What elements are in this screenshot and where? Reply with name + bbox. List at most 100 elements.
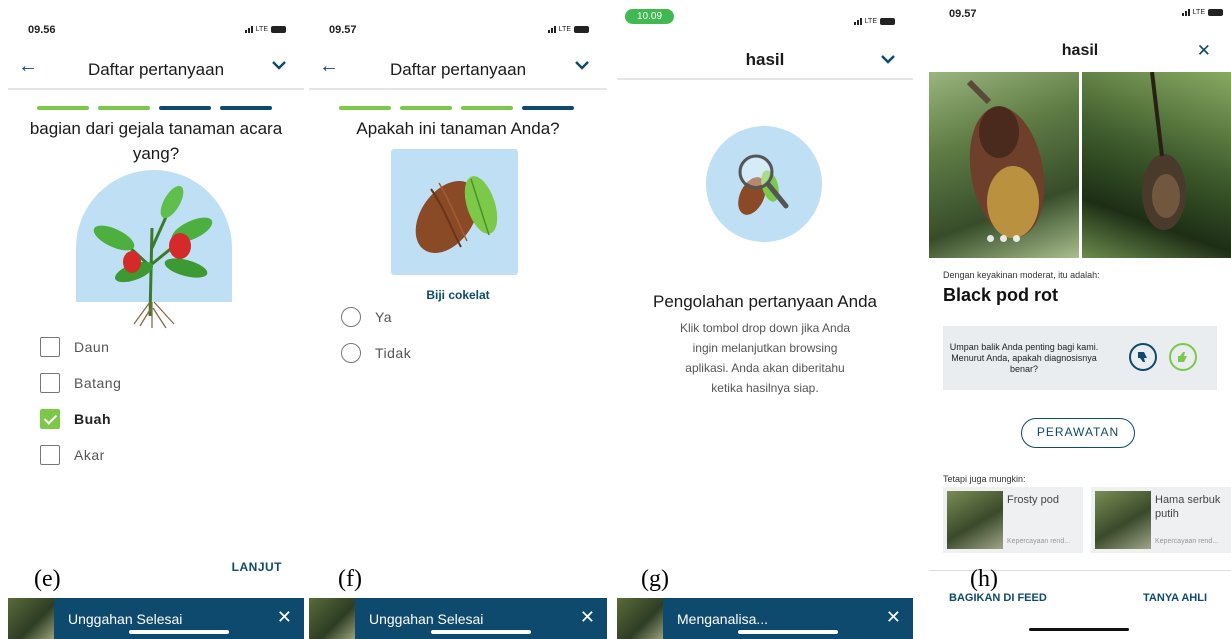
carousel-dot[interactable] xyxy=(1013,235,1020,242)
alternative-name: Frosty pod xyxy=(1007,494,1059,506)
status-bar: 10.09 LTE xyxy=(617,0,913,40)
screen-question-symptom: 09.56 LTE ← Daftar pertanyaan bagian dar… xyxy=(8,0,304,639)
chevron-down-icon[interactable] xyxy=(879,52,897,66)
alternative-thumbnail xyxy=(947,491,1003,549)
app-bar: hasil xyxy=(617,40,913,80)
alternative-name: Hama serbuk putih xyxy=(1155,494,1221,520)
signal-icon xyxy=(244,26,253,33)
step-4 xyxy=(522,106,574,110)
page-title: hasil xyxy=(1061,42,1099,59)
cocoa-pod-photo xyxy=(1141,72,1186,230)
carousel-dot[interactable] xyxy=(1000,235,1007,242)
step-3 xyxy=(461,106,513,110)
option-akar[interactable]: Akar xyxy=(40,445,105,465)
upload-toast: Unggahan Selesai ✕ xyxy=(8,598,304,639)
close-icon[interactable]: ✕ xyxy=(886,607,901,628)
network-type: LTE xyxy=(558,26,571,33)
treatment-button[interactable]: PERAWATAN xyxy=(1021,418,1135,448)
system-indicators: LTE xyxy=(853,18,895,25)
caption-h: (h) xyxy=(970,566,998,592)
option-label: Ya xyxy=(375,309,393,325)
step-1 xyxy=(37,106,89,110)
caption-e: (e) xyxy=(34,566,61,592)
toast-text: Unggahan Selesai xyxy=(68,611,183,627)
cocoa-pod-photo xyxy=(966,79,1045,238)
alternative-thumbnail xyxy=(1095,491,1151,549)
question-text: bagian dari gejala tanaman acara yang? xyxy=(29,119,283,163)
option-tidak[interactable]: Tidak xyxy=(341,343,411,363)
close-icon[interactable]: ✕ xyxy=(580,607,595,628)
network-type: LTE xyxy=(255,26,268,33)
home-indicator xyxy=(431,630,531,634)
option-label: Daun xyxy=(74,339,110,355)
option-label: Akar xyxy=(74,447,105,463)
upload-thumbnail xyxy=(309,598,355,639)
confidence-note: Dengan keyakinan moderat, itu adalah: xyxy=(943,270,1100,280)
toast-bar: Unggahan Selesai ✕ xyxy=(355,598,607,639)
alternative-confidence: Kepercayaan rend... xyxy=(1007,538,1071,545)
checkbox[interactable] xyxy=(40,445,60,465)
battery-icon xyxy=(1208,9,1223,16)
progress-steps xyxy=(37,106,272,110)
pepper-plant-illustration xyxy=(75,169,232,329)
option-ya[interactable]: Ya xyxy=(341,307,392,327)
result-photo-2 xyxy=(1081,72,1231,258)
processing-body: Klik tombol drop down jika Anda ingin me… xyxy=(679,321,851,395)
step-2 xyxy=(400,106,452,110)
ask-expert-button[interactable]: TANYA AHLI xyxy=(1143,592,1207,604)
cocoa-pod-image xyxy=(391,149,518,275)
thumbs-up-button[interactable] xyxy=(1169,343,1197,371)
signal-icon xyxy=(1181,9,1190,16)
system-indicators: LTE xyxy=(244,26,286,33)
network-type: LTE xyxy=(864,18,877,25)
alternative-card[interactable]: Frosty pod Kepercayaan rend... xyxy=(943,487,1083,553)
share-to-feed-button[interactable]: BAGIKAN DI FEED xyxy=(949,592,1047,604)
page-title: Daftar pertanyaan xyxy=(87,60,225,79)
checkbox-checked[interactable] xyxy=(40,409,60,429)
checkbox[interactable] xyxy=(40,373,60,393)
screen-confirm-plant: 09.57 LTE ← Daftar pertanyaan Apakah ini… xyxy=(309,0,607,639)
next-button[interactable]: LANJUT xyxy=(232,560,282,574)
toast-bar: Menganalisa... ✕ xyxy=(663,598,913,639)
upload-toast: Unggahan Selesai ✕ xyxy=(309,598,607,639)
page-title: hasil xyxy=(745,50,785,69)
upload-thumbnail xyxy=(8,598,54,639)
checkbox[interactable] xyxy=(40,337,60,357)
battery-icon xyxy=(271,26,286,33)
option-buah[interactable]: Buah xyxy=(40,409,111,429)
close-icon[interactable]: ✕ xyxy=(1197,41,1211,61)
signal-icon xyxy=(853,18,862,25)
option-label: Tidak xyxy=(375,345,412,361)
chevron-down-icon[interactable] xyxy=(573,58,591,72)
home-indicator xyxy=(129,630,229,634)
upload-thumbnail xyxy=(617,598,663,639)
battery-icon xyxy=(880,18,895,25)
radio[interactable] xyxy=(341,307,361,327)
step-2 xyxy=(98,106,150,110)
progress-steps xyxy=(339,106,574,110)
option-daun[interactable]: Daun xyxy=(40,337,109,357)
step-1 xyxy=(339,106,391,110)
chevron-down-icon[interactable] xyxy=(270,58,288,72)
radio[interactable] xyxy=(341,343,361,363)
toast-text: Unggahan Selesai xyxy=(369,611,484,627)
caption-g: (g) xyxy=(641,566,669,592)
diagnosis-title: Black pod rot xyxy=(943,285,1059,305)
feedback-text: Umpan balik Anda penting bagi kami. Menu… xyxy=(949,342,1099,374)
analyzing-toast: Menganalisa... ✕ xyxy=(617,598,913,639)
step-3 xyxy=(159,106,211,110)
alternative-card[interactable]: Hama serbuk putih Kepercayaan rend... xyxy=(1091,487,1231,553)
network-type: LTE xyxy=(1192,9,1205,16)
carousel-dot[interactable] xyxy=(987,235,994,242)
thumbs-down-button[interactable] xyxy=(1129,343,1157,371)
page-title: Daftar pertanyaan xyxy=(389,60,527,79)
thumbs-up-icon xyxy=(1178,352,1187,362)
screen-result: 09.57 LTE hasil ✕ Dengan keyakinan moder… xyxy=(929,0,1231,639)
app-bar: ← Daftar pertanyaan xyxy=(309,50,607,90)
system-indicators: LTE xyxy=(1181,9,1223,16)
photo-carousel[interactable] xyxy=(929,72,1231,258)
option-label: Batang xyxy=(74,375,122,391)
option-batang[interactable]: Batang xyxy=(40,373,121,393)
close-icon[interactable]: ✕ xyxy=(277,607,292,628)
status-bar: 09.57 LTE xyxy=(929,0,1231,40)
